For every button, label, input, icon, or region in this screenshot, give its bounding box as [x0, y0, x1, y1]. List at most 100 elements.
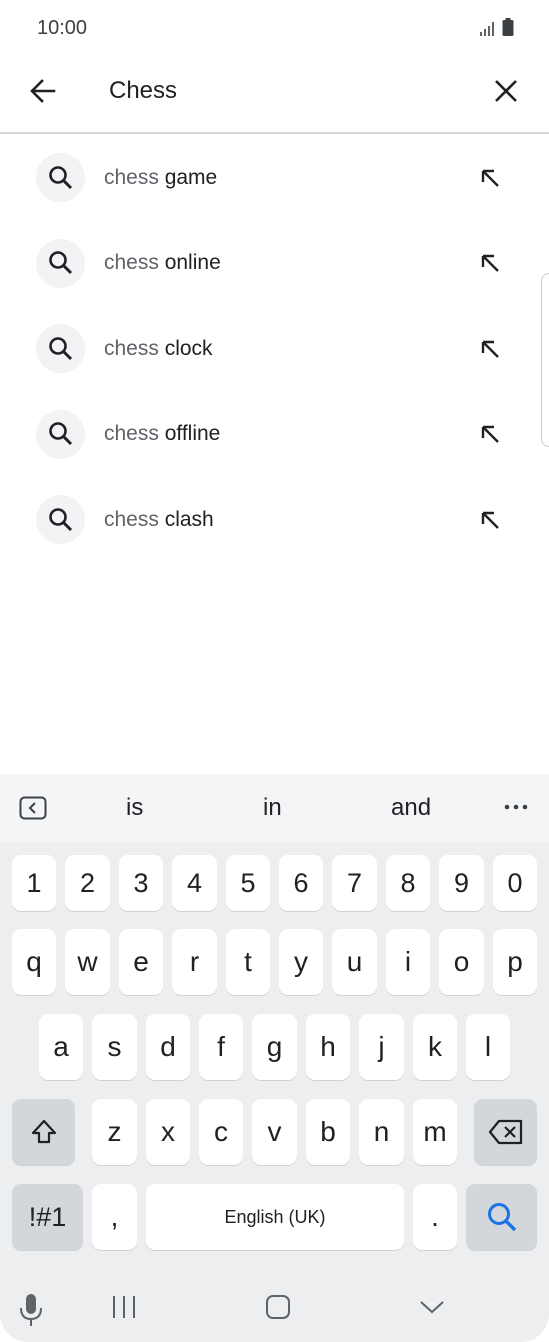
fill-query-button[interactable] — [475, 419, 505, 449]
arrow-up-left-icon — [481, 426, 499, 444]
toolbar-toggle-button[interactable] — [18, 795, 48, 821]
fill-query-button[interactable] — [475, 248, 505, 278]
home-icon — [266, 1295, 290, 1319]
more-options-button[interactable] — [501, 794, 531, 820]
comma-key[interactable]: , — [92, 1184, 137, 1250]
key-m[interactable]: m — [413, 1099, 457, 1165]
space-key[interactable]: English (UK) — [146, 1184, 404, 1250]
backspace-icon — [488, 1119, 522, 1145]
signal-icon — [480, 22, 494, 36]
more-horizontal-icon — [504, 804, 528, 810]
key-w[interactable]: w — [65, 929, 110, 995]
key-f[interactable]: f — [199, 1014, 243, 1080]
prediction-1[interactable]: is — [126, 794, 143, 822]
key-1[interactable]: 1 — [12, 855, 56, 911]
battery-icon — [502, 18, 514, 36]
key-9[interactable]: 9 — [439, 855, 484, 911]
suggestion-label: chess offline — [104, 422, 221, 446]
prediction-2[interactable]: in — [263, 794, 282, 822]
key-c[interactable]: c — [199, 1099, 243, 1165]
key-u[interactable]: u — [332, 929, 377, 995]
key-b[interactable]: b — [306, 1099, 350, 1165]
search-header — [0, 58, 549, 134]
backspace-key[interactable] — [474, 1099, 537, 1165]
suggestion-item[interactable]: chess game — [0, 135, 549, 221]
key-r[interactable]: r — [172, 929, 217, 995]
key-5[interactable]: 5 — [226, 855, 270, 911]
suggestion-label: chess clock — [104, 336, 213, 360]
search-icon — [36, 153, 85, 203]
arrow-up-left-icon — [481, 511, 499, 529]
search-icon — [36, 238, 85, 288]
key-3[interactable]: 3 — [119, 855, 163, 911]
arrow-left-icon — [30, 79, 56, 103]
key-h[interactable]: h — [306, 1014, 350, 1080]
key-p[interactable]: p — [493, 929, 537, 995]
key-o[interactable]: o — [439, 929, 484, 995]
recents-button[interactable] — [108, 1292, 140, 1322]
key-2[interactable]: 2 — [65, 855, 110, 911]
search-icon — [36, 324, 85, 374]
search-icon — [36, 409, 85, 459]
search-key[interactable] — [466, 1184, 537, 1250]
status-bar: 10:00 — [0, 0, 549, 58]
key-z[interactable]: z — [92, 1099, 137, 1165]
suggestion-list: chess game chess online chess clock ches… — [0, 135, 549, 563]
arrow-up-left-icon — [481, 255, 499, 273]
period-key[interactable]: . — [413, 1184, 457, 1250]
navigation-bar — [0, 1278, 549, 1342]
shift-icon — [31, 1119, 56, 1144]
prediction-3[interactable]: and — [391, 794, 431, 822]
search-icon — [487, 1203, 516, 1232]
arrow-up-left-icon — [481, 169, 499, 187]
fill-query-button[interactable] — [475, 334, 505, 364]
key-i[interactable]: i — [386, 929, 430, 995]
clear-search-button[interactable] — [485, 70, 527, 112]
suggestion-label: chess game — [104, 165, 218, 189]
close-icon — [495, 80, 517, 102]
key-s[interactable]: s — [92, 1014, 137, 1080]
key-y[interactable]: y — [279, 929, 323, 995]
key-0[interactable]: 0 — [493, 855, 537, 911]
key-4[interactable]: 4 — [172, 855, 217, 911]
arrow-up-left-icon — [481, 340, 499, 358]
key-l[interactable]: l — [466, 1014, 510, 1080]
back-button[interactable] — [22, 70, 64, 112]
suggestion-item[interactable]: chess clash — [0, 477, 549, 563]
key-6[interactable]: 6 — [279, 855, 323, 911]
suggestion-item[interactable]: chess online — [0, 221, 549, 307]
key-k[interactable]: k — [413, 1014, 457, 1080]
key-a[interactable]: a — [39, 1014, 83, 1080]
key-d[interactable]: d — [146, 1014, 190, 1080]
key-t[interactable]: t — [226, 929, 270, 995]
key-g[interactable]: g — [252, 1014, 297, 1080]
edge-panel-handle[interactable] — [541, 273, 549, 447]
suggestion-label: chess clash — [104, 507, 214, 531]
key-v[interactable]: v — [252, 1099, 297, 1165]
key-8[interactable]: 8 — [386, 855, 430, 911]
hide-keyboard-button[interactable] — [416, 1292, 448, 1322]
key-7[interactable]: 7 — [332, 855, 377, 911]
keyboard: is in and 1 2 3 4 5 6 7 8 9 0 q w e r t … — [0, 774, 549, 1342]
status-time: 10:00 — [37, 17, 88, 39]
key-x[interactable]: x — [146, 1099, 190, 1165]
fill-query-button[interactable] — [475, 505, 505, 535]
search-input[interactable] — [109, 74, 469, 108]
key-e[interactable]: e — [119, 929, 163, 995]
home-button[interactable] — [262, 1292, 294, 1322]
symbols-key[interactable]: !#1 — [12, 1184, 83, 1250]
voice-input-button[interactable] — [16, 1292, 46, 1328]
keyboard-toolbar: is in and — [0, 774, 549, 842]
fill-query-button[interactable] — [475, 163, 505, 193]
recents-icon — [113, 1296, 135, 1318]
suggestion-item[interactable]: chess offline — [0, 392, 549, 478]
key-j[interactable]: j — [359, 1014, 404, 1080]
suggestion-label: chess online — [104, 251, 221, 275]
key-q[interactable]: q — [12, 929, 56, 995]
key-n[interactable]: n — [359, 1099, 404, 1165]
microphone-icon — [20, 1294, 42, 1326]
shift-key[interactable] — [12, 1099, 75, 1165]
suggestion-item[interactable]: chess clock — [0, 306, 549, 392]
search-icon — [36, 495, 85, 545]
chevron-down-icon — [420, 1301, 444, 1314]
